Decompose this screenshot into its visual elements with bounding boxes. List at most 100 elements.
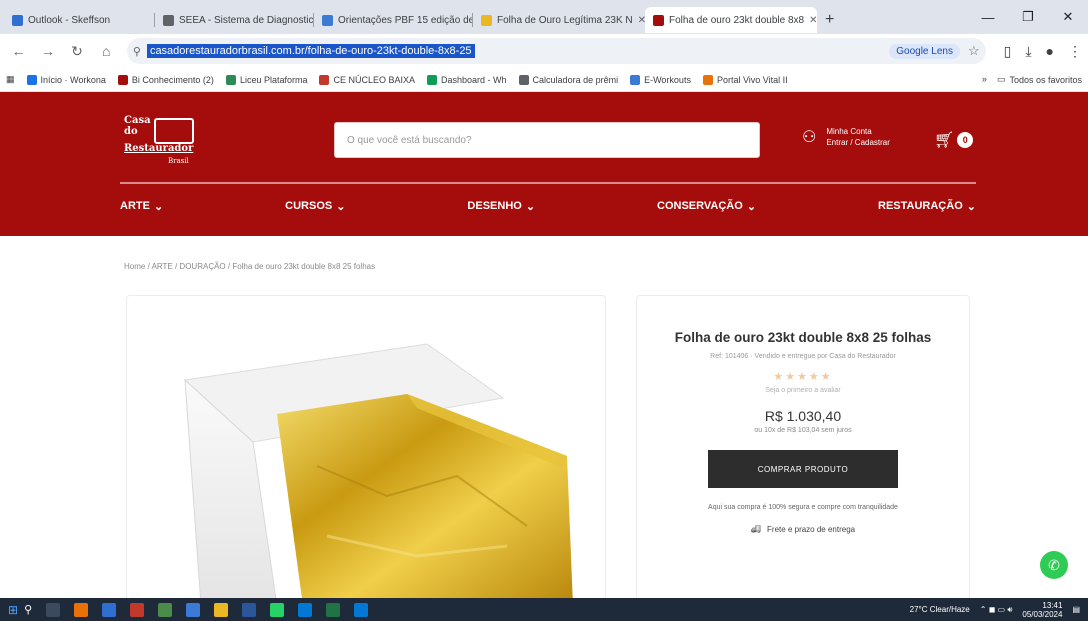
sidepanel-icon[interactable]: ▯: [1004, 43, 1012, 60]
outlook-app-icon[interactable]: [102, 602, 117, 617]
more-bookmarks-icon[interactable]: »: [982, 74, 987, 85]
word-icon[interactable]: [242, 602, 257, 617]
cart-icon: 🛒︎: [934, 132, 955, 149]
app-icon[interactable]: [130, 602, 145, 617]
google-lens-chip[interactable]: Google Lens: [889, 43, 960, 59]
bookmark-item[interactable]: Liceu Plataforma: [225, 74, 307, 85]
tab-folha-legitima[interactable]: Folha de Ouro Legítima 23K N ✕: [473, 7, 645, 33]
chrome-icon[interactable]: [214, 602, 229, 617]
app-icon[interactable]: [298, 602, 313, 617]
app-icon[interactable]: [158, 602, 173, 617]
excel-icon[interactable]: [326, 602, 341, 617]
profile-icon[interactable]: ●: [1046, 43, 1054, 60]
store-icon: [653, 14, 664, 26]
bookmark-icon: [319, 74, 330, 85]
chevron-down-icon: ⌄: [746, 201, 757, 213]
main-nav: ARTE ⌄ CURSOS ⌄ DESENHO ⌄ CONSERVAÇÃO ⌄ REST…: [120, 200, 976, 213]
nav-item-arte[interactable]: ARTE ⌄: [120, 200, 163, 213]
reviews-link[interactable]: Seja o primeiro a avaliar: [637, 387, 969, 394]
folder-icon: ▭: [996, 74, 1006, 84]
bookmark-item[interactable]: Portal Vivo Vital II: [702, 74, 788, 85]
tab-seea[interactable]: SEEA - Sistema de Diagnostic ✕: [155, 7, 313, 33]
bookmark-item[interactable]: Início · Workona: [26, 74, 106, 85]
account-link[interactable]: ⚇ Minha Conta Entrar / Cadastrar: [802, 126, 890, 148]
tab-title: SEEA - Sistema de Diagnostic: [179, 14, 313, 26]
nav-item-desenho[interactable]: DESENHO ⌄: [467, 200, 535, 213]
nav-item-conservacao[interactable]: CONSERVAÇÃO ⌄: [657, 200, 756, 213]
nav-item-cursos[interactable]: CURSOS ⌄: [285, 200, 345, 213]
minimize-button[interactable]: —: [968, 0, 1008, 34]
page-icon: [163, 14, 174, 26]
bookmark-item[interactable]: CE NÚCLEO BAIXA: [319, 74, 415, 85]
clock[interactable]: 13:41 05/03/2024: [1022, 601, 1062, 619]
app-icon[interactable]: [354, 602, 369, 617]
chevron-down-icon: ⌄: [525, 201, 536, 213]
tab-outlook[interactable]: Outlook - Skeffson: [4, 7, 154, 33]
tab-title: Orientações PBF 15 edição de: [338, 14, 472, 26]
windows-taskbar: ⊞ ⚲ 27°C Clear/Haze ⌃ ◼ ▭ 🔊︎ 13:41 05/03…: [0, 598, 1088, 621]
tab-title: Outlook - Skeffson: [28, 14, 111, 26]
installments-text: ou 10x de R$ 103,04 sem juros: [754, 427, 852, 434]
browser-toolbar: ← → ↻ ⌂ ⚲ casadorestauradorbrasil.com.br…: [0, 34, 1088, 68]
back-button[interactable]: ←: [6, 38, 31, 64]
menu-icon[interactable]: ⋮: [1068, 43, 1082, 60]
rating-stars[interactable]: ★★★★★: [637, 370, 969, 383]
chevron-down-icon: ⌄: [966, 201, 976, 213]
windows-start-icon[interactable]: ⊞: [8, 603, 18, 617]
url-text[interactable]: casadorestauradorbrasil.com.br/folha-de-…: [146, 44, 475, 58]
bookmark-item[interactable]: Bi Conhecimento (2): [117, 74, 214, 85]
account-title: Minha Conta: [826, 127, 872, 136]
secure-purchase-text: Aqui sua compra é 100% segura e compre c…: [708, 504, 898, 511]
tray-icons[interactable]: ⌃ ◼ ▭ 🔊︎: [980, 605, 1013, 615]
app-icon[interactable]: [74, 602, 89, 617]
bookmark-item[interactable]: E-Workouts: [630, 74, 691, 85]
cart-button[interactable]: 🛒︎ 0: [934, 130, 974, 150]
search-icon[interactable]: ⚲: [24, 603, 32, 616]
bookmark-icon: [630, 74, 641, 85]
downloads-icon[interactable]: ⤓: [1025, 43, 1031, 60]
address-bar[interactable]: ⚲ casadorestauradorbrasil.com.br/folha-d…: [126, 38, 986, 64]
forward-button[interactable]: →: [35, 38, 60, 64]
product-meta: Ref: 101406 · Vendido e entregue por Cas…: [710, 353, 896, 360]
account-subtitle: Entrar / Cadastrar: [826, 138, 890, 147]
task-view-icon[interactable]: [46, 602, 61, 617]
close-icon[interactable]: ✕: [809, 15, 817, 26]
header-divider: [120, 182, 976, 184]
cart-count-badge: 0: [957, 132, 974, 148]
gold-leaf-product-image[interactable]: [127, 296, 606, 605]
site-logo[interactable]: Casa do Restaurador Brasil: [124, 114, 202, 170]
store-icon: [481, 14, 492, 26]
whatsapp-icon: ✆: [1048, 556, 1060, 573]
reload-button[interactable]: ↻: [64, 38, 89, 64]
product-image-card: [126, 295, 606, 605]
all-bookmarks-folder[interactable]: ▭ Todos os favoritos: [997, 74, 1082, 85]
product-info-card: Folha de ouro 23kt double 8x8 25 folhas …: [636, 295, 970, 605]
close-window-button[interactable]: ✕: [1048, 0, 1088, 34]
bookmark-item[interactable]: Calculadora de prêmi: [518, 74, 618, 85]
tab-title: Folha de Ouro Legítima 23K N: [497, 14, 633, 26]
notifications-icon[interactable]: ▤: [1072, 605, 1080, 614]
weather-widget[interactable]: 27°C Clear/Haze: [910, 605, 970, 614]
apps-icon[interactable]: ▦: [6, 74, 15, 85]
nav-item-restauracao[interactable]: RESTAURAÇÃO ⌄: [878, 200, 976, 213]
breadcrumb[interactable]: Home / ARTE / DOURAÇÃO / Folha de ouro 2…: [124, 262, 375, 271]
bookmark-item[interactable]: Dashboard - Wh: [427, 74, 507, 85]
close-icon[interactable]: ✕: [638, 15, 645, 26]
chevron-down-icon: ⌄: [336, 201, 346, 213]
maximize-button[interactable]: ❐: [1008, 0, 1048, 34]
site-info-icon[interactable]: ⚲: [133, 45, 141, 58]
tab-folha-23kt[interactable]: Folha de ouro 23kt double 8x8 ✕: [645, 7, 817, 33]
site-header: Casa do Restaurador Brasil O que você es…: [0, 92, 1088, 236]
bookmark-star-icon[interactable]: ☆: [968, 43, 980, 59]
shipping-calculator[interactable]: 🚚︎ Frete e prazo de entrega: [637, 525, 969, 534]
site-search-input[interactable]: O que você está buscando?: [334, 122, 760, 158]
doc-icon: [322, 14, 333, 26]
whatsapp-app-icon[interactable]: [270, 602, 285, 617]
whatsapp-button[interactable]: ✆: [1040, 551, 1068, 579]
home-button[interactable]: ⌂: [94, 38, 119, 64]
tab-orientacoes[interactable]: Orientações PBF 15 edição de ✕: [314, 7, 472, 33]
new-tab-button[interactable]: +: [825, 11, 834, 29]
buy-button[interactable]: COMPRAR PRODUTO: [708, 450, 898, 488]
bookmark-icon: [702, 74, 713, 85]
app-icon[interactable]: [186, 602, 201, 617]
